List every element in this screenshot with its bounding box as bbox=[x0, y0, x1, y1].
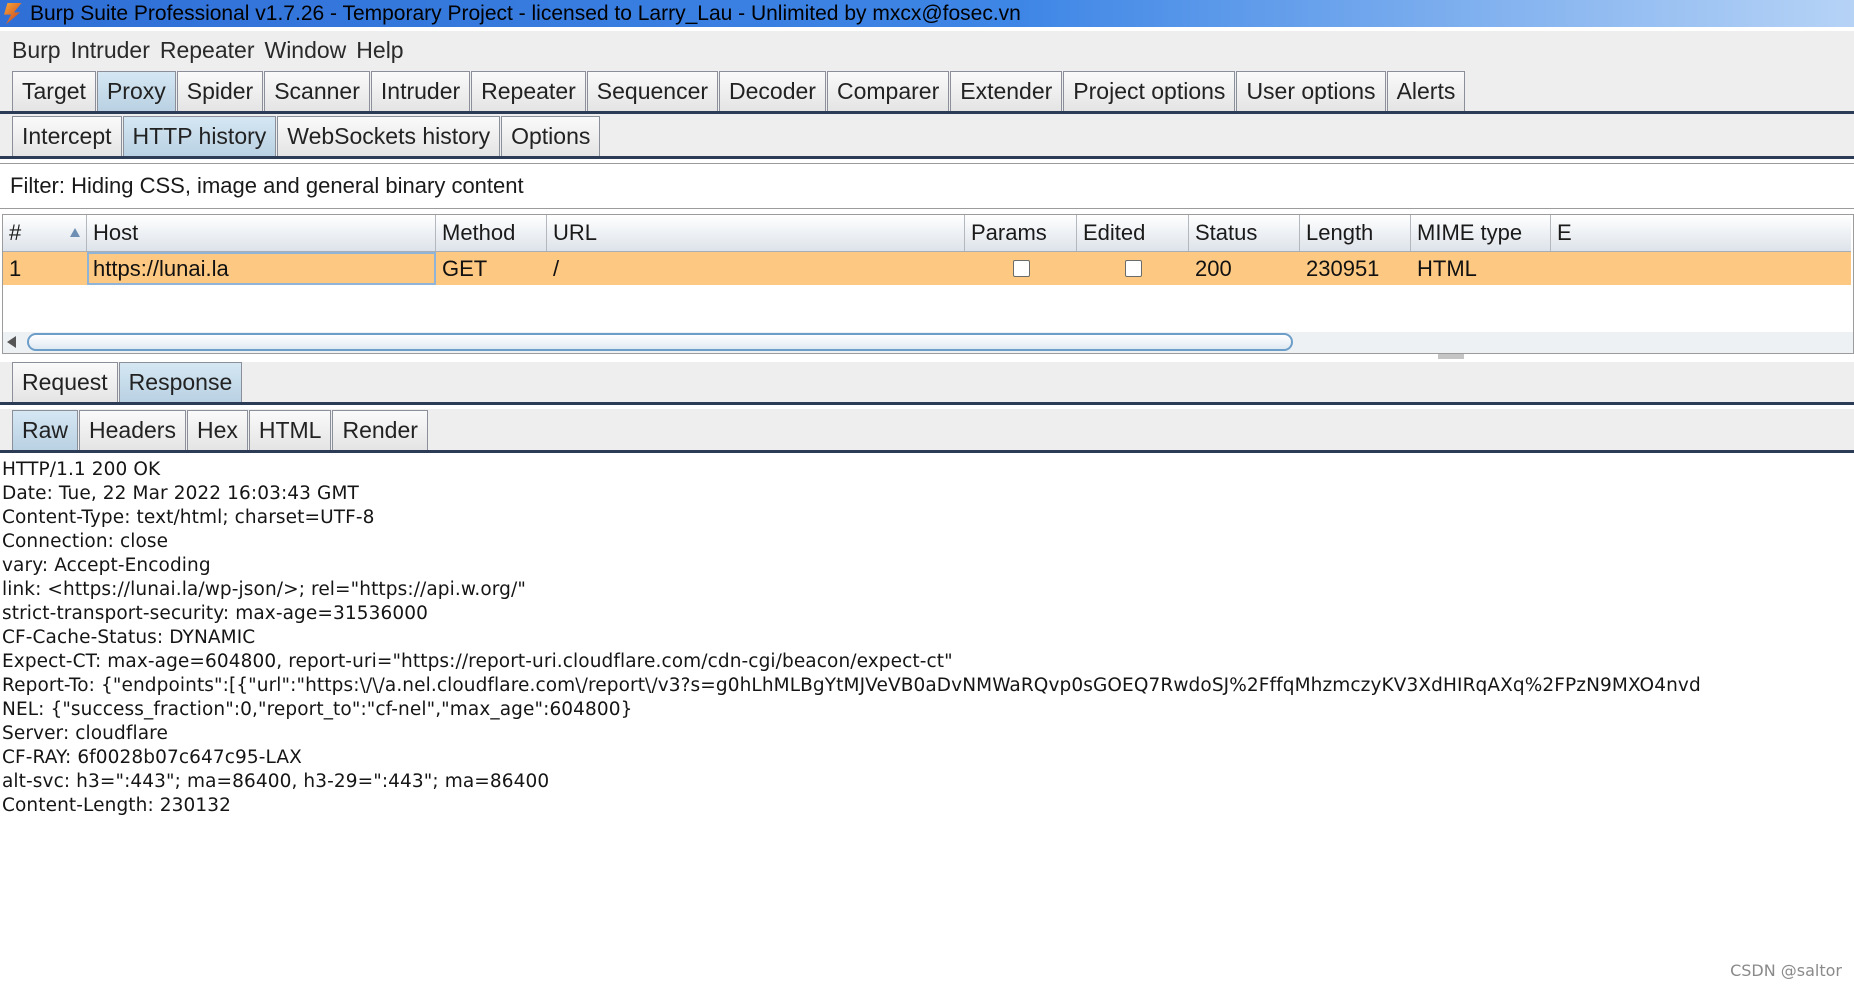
tab-headers[interactable]: Headers bbox=[79, 410, 186, 450]
filter-label: Filter: Hiding CSS, image and general bi… bbox=[10, 173, 524, 198]
tab-request[interactable]: Request bbox=[12, 362, 118, 402]
tab-user-options[interactable]: User options bbox=[1236, 71, 1386, 111]
history-table: # Host Method URL Params Edited Status L… bbox=[2, 214, 1854, 354]
menu-burp[interactable]: Burp bbox=[7, 37, 66, 64]
tab-raw[interactable]: Raw bbox=[12, 410, 79, 450]
response-line: Content-Type: text/html; charset=UTF-8 bbox=[2, 507, 375, 528]
sort-ascending-icon bbox=[70, 228, 80, 237]
tab-intruder[interactable]: Intruder bbox=[370, 71, 471, 111]
tab-target[interactable]: Target bbox=[12, 71, 96, 111]
menu-intruder[interactable]: Intruder bbox=[66, 37, 155, 64]
tab-scanner[interactable]: Scanner bbox=[264, 71, 370, 111]
response-line: CF-Cache-Status: DYNAMIC bbox=[2, 627, 256, 648]
tab-extender[interactable]: Extender bbox=[950, 71, 1063, 111]
cell-status: 200 bbox=[1195, 255, 1232, 281]
cell-url: / bbox=[553, 255, 560, 281]
tab-repeater[interactable]: Repeater bbox=[471, 71, 586, 111]
tab-decoder[interactable]: Decoder bbox=[719, 71, 826, 111]
column-header-mime-type[interactable]: MIME type bbox=[1411, 215, 1551, 251]
response-line: Expect-CT: max-age=604800, report-uri="h… bbox=[2, 651, 953, 672]
cell-length: 230951 bbox=[1306, 255, 1380, 281]
title-bar: Burp Suite Professional v1.7.26 - Tempor… bbox=[0, 0, 1854, 27]
tab-response[interactable]: Response bbox=[118, 362, 243, 402]
response-line: HTTP/1.1 200 OK bbox=[2, 459, 161, 480]
tab-intercept[interactable]: Intercept bbox=[12, 116, 122, 156]
tab-proxy[interactable]: Proxy bbox=[96, 71, 176, 111]
response-line: CF-RAY: 6f0028b07c647c95-LAX bbox=[2, 747, 302, 768]
tab-alerts[interactable]: Alerts bbox=[1386, 71, 1466, 111]
raw-response-editor[interactable]: HTTP/1.1 200 OK Date: Tue, 22 Mar 2022 1… bbox=[0, 457, 1854, 988]
cell-edited bbox=[1077, 252, 1189, 285]
cell-extension bbox=[1551, 252, 1851, 285]
table-header: # Host Method URL Params Edited Status L… bbox=[3, 215, 1851, 252]
response-line: Content-Length: 230132 bbox=[2, 795, 231, 816]
tab-websockets-history[interactable]: WebSockets history bbox=[277, 116, 501, 156]
tab-http-history[interactable]: HTTP history bbox=[122, 116, 277, 156]
tab-project-options[interactable]: Project options bbox=[1063, 71, 1236, 111]
tab-sequencer[interactable]: Sequencer bbox=[586, 71, 719, 111]
column-header-extension[interactable]: E bbox=[1551, 215, 1851, 251]
menu-help[interactable]: Help bbox=[351, 37, 408, 64]
tab-hex[interactable]: Hex bbox=[186, 410, 248, 450]
horizontal-scrollbar[interactable] bbox=[3, 332, 1853, 353]
column-header-host[interactable]: Host bbox=[87, 215, 436, 251]
column-header-edited[interactable]: Edited bbox=[1077, 215, 1189, 251]
params-checkbox[interactable] bbox=[1012, 260, 1030, 277]
scroll-left-arrow-icon[interactable] bbox=[7, 336, 16, 348]
filter-bar[interactable]: Filter: Hiding CSS, image and general bi… bbox=[0, 163, 1854, 209]
response-line: Report-To: {"endpoints":[{"url":"https:\… bbox=[2, 675, 1701, 696]
split-pane-divider[interactable] bbox=[1438, 354, 1464, 359]
cell-number: 1 bbox=[9, 255, 22, 281]
tab-spider[interactable]: Spider bbox=[176, 71, 264, 111]
cell-host: https://lunai.la bbox=[87, 252, 436, 285]
main-tab-bar: Target Proxy Spider Scanner Intruder Rep… bbox=[0, 69, 1854, 114]
menu-window[interactable]: Window bbox=[259, 37, 351, 64]
cell-mime-type: HTML bbox=[1417, 255, 1477, 281]
tab-proxy-options[interactable]: Options bbox=[501, 116, 601, 156]
column-header-number[interactable]: # bbox=[3, 215, 87, 251]
tab-render[interactable]: Render bbox=[332, 410, 428, 450]
window-title: Burp Suite Professional v1.7.26 - Tempor… bbox=[30, 1, 1021, 25]
proxy-tab-bar: Intercept HTTP history WebSockets histor… bbox=[0, 114, 1854, 159]
tab-html[interactable]: HTML bbox=[248, 410, 332, 450]
column-header-status[interactable]: Status bbox=[1189, 215, 1300, 251]
response-line: link: <https://lunai.la/wp-json/>; rel="… bbox=[2, 579, 526, 600]
response-line: alt-svc: h3=":443"; ma=86400, h3-29=":44… bbox=[2, 771, 550, 792]
response-line: vary: Accept-Encoding bbox=[2, 555, 211, 576]
menu-repeater[interactable]: Repeater bbox=[155, 37, 260, 64]
burp-logo-icon bbox=[4, 2, 22, 25]
column-label: # bbox=[9, 220, 22, 245]
response-line: strict-transport-security: max-age=31536… bbox=[2, 603, 428, 624]
scrollbar-thumb[interactable] bbox=[27, 333, 1293, 351]
tab-comparer[interactable]: Comparer bbox=[826, 71, 950, 111]
view-tab-bar: Raw Headers Hex HTML Render bbox=[0, 409, 1854, 453]
cell-params bbox=[965, 252, 1077, 285]
message-tab-bar: Request Response bbox=[0, 362, 1854, 405]
watermark: CSDN @saltor bbox=[1730, 961, 1842, 980]
menu-bar: Burp Intruder Repeater Window Help bbox=[0, 31, 1854, 69]
column-header-length[interactable]: Length bbox=[1300, 215, 1411, 251]
response-line: NEL: {"success_fraction":0,"report_to":"… bbox=[2, 699, 633, 720]
column-header-url[interactable]: URL bbox=[547, 215, 965, 251]
edited-checkbox[interactable] bbox=[1124, 260, 1142, 277]
column-header-params[interactable]: Params bbox=[965, 215, 1077, 251]
table-row[interactable]: 1 https://lunai.la GET / 200 230951 HTML bbox=[3, 252, 1851, 285]
response-line: Connection: close bbox=[2, 531, 169, 552]
response-line: Date: Tue, 22 Mar 2022 16:03:43 GMT bbox=[2, 483, 359, 504]
response-line: Server: cloudflare bbox=[2, 723, 168, 744]
cell-method: GET bbox=[442, 255, 488, 281]
column-header-method[interactable]: Method bbox=[436, 215, 547, 251]
